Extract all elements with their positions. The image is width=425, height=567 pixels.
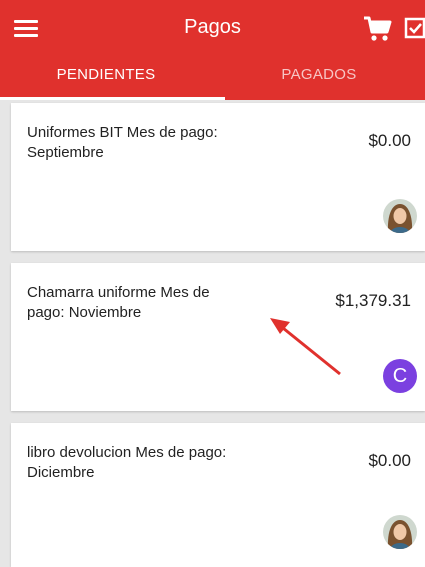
cart-icon[interactable] <box>362 14 392 44</box>
payment-amount: $1,379.31 <box>335 291 411 310</box>
tab-bar: PENDIENTES PAGADOS <box>0 58 425 100</box>
avatar-photo-icon <box>383 199 417 233</box>
payment-description: Chamarra uniforme Mes de pago: Noviembre <box>27 284 210 321</box>
payment-card[interactable]: Chamarra uniforme Mes de pago: Noviembre… <box>11 263 425 411</box>
payment-card[interactable]: libro devolucion Mes de pago: Diciembre … <box>11 423 425 567</box>
app-bar: Pagos PENDIENTES PAGADOS <box>0 0 425 100</box>
payment-description: Uniformes BIT Mes de pago: Septiembre <box>27 124 218 161</box>
payment-description: libro devolucion Mes de pago: Diciembre <box>27 444 227 481</box>
avatar-photo-icon <box>383 515 417 549</box>
payment-amount: $0.00 <box>368 131 411 150</box>
avatar: C <box>383 359 417 393</box>
payment-card[interactable]: Uniformes BIT Mes de pago: Septiembre $0… <box>11 103 425 251</box>
red-arrow-icon <box>270 318 341 376</box>
payment-amount: $0.00 <box>368 451 411 470</box>
tab-pendientes[interactable]: PENDIENTES <box>0 58 212 100</box>
tab-pagados[interactable]: PAGADOS <box>213 58 425 100</box>
tab-indicator <box>0 97 225 100</box>
checkbox-icon[interactable] <box>404 16 425 40</box>
